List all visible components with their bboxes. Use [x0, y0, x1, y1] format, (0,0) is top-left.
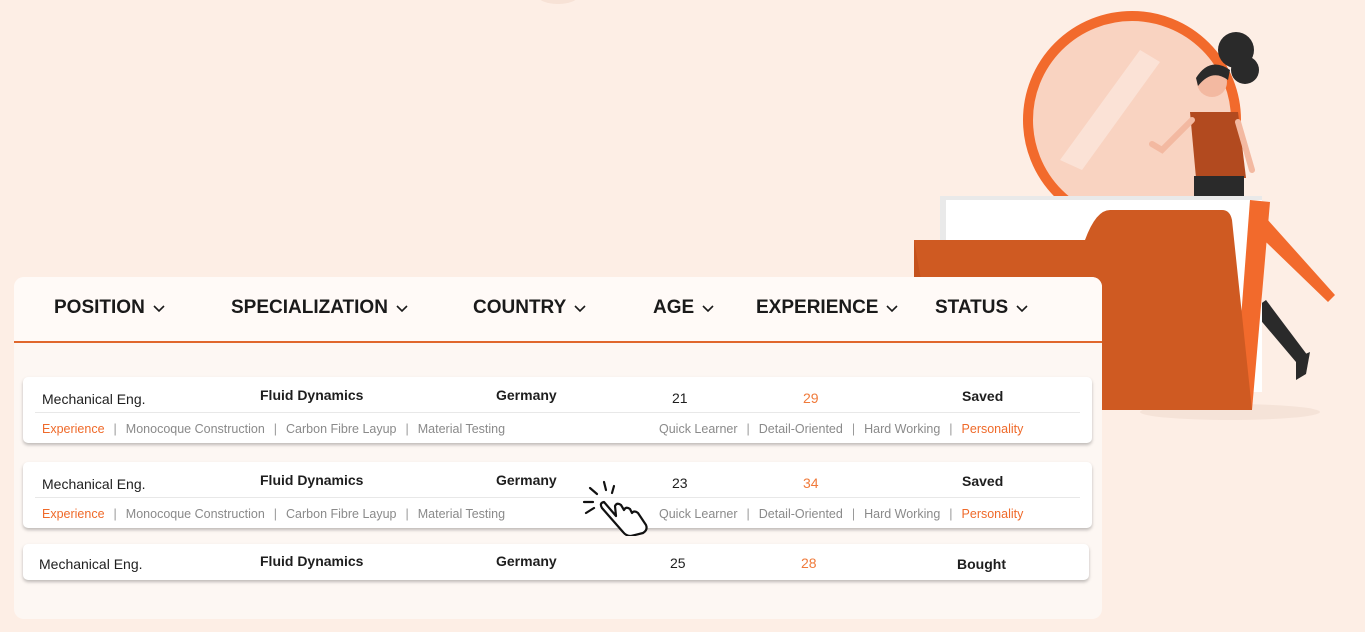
- tag[interactable]: Material Testing: [418, 422, 505, 436]
- table-row[interactable]: Mechanical Eng. Fluid Dynamics Germany 2…: [23, 544, 1089, 580]
- tag[interactable]: Material Testing: [418, 507, 505, 521]
- row-divider: [35, 497, 1080, 498]
- row-status: Saved: [962, 388, 1004, 404]
- tag[interactable]: Experience: [42, 507, 105, 521]
- column-position[interactable]: POSITION: [54, 297, 167, 319]
- chevron-down-icon: [574, 305, 586, 313]
- skill-tags: Experience | Monocoque Construction | Carbon…: [42, 422, 506, 436]
- column-label: STATUS: [935, 297, 1009, 318]
- table-row[interactable]: Mechanical Eng. Fluid Dynamics Germany 2…: [23, 377, 1092, 443]
- tag[interactable]: Carbon Fibre Layup: [286, 422, 396, 436]
- row-specialization: Fluid Dynamics: [260, 553, 364, 569]
- tag[interactable]: Hard Working: [864, 507, 940, 521]
- column-label: AGE: [653, 297, 695, 318]
- row-position: Mechanical Eng.: [42, 391, 146, 407]
- row-country: Germany: [496, 472, 557, 488]
- column-status[interactable]: STATUS: [935, 297, 1030, 319]
- row-age: 25: [670, 555, 686, 571]
- column-specialization[interactable]: SPECIALIZATION: [231, 297, 410, 319]
- row-age: 23: [672, 475, 688, 491]
- column-label: SPECIALIZATION: [231, 297, 388, 318]
- table-header: POSITION SPECIALIZATION COUNTRY AGE EXPE…: [14, 277, 1102, 343]
- tag[interactable]: Personality: [962, 422, 1024, 436]
- row-age: 21: [672, 390, 688, 406]
- tag[interactable]: Detail-Oriented: [759, 507, 843, 521]
- tag[interactable]: Carbon Fibre Layup: [286, 507, 396, 521]
- row-specialization: Fluid Dynamics: [260, 387, 364, 403]
- tag[interactable]: Monocoque Construction: [126, 507, 265, 521]
- tag[interactable]: Experience: [42, 422, 105, 436]
- row-divider: [35, 412, 1080, 413]
- column-age[interactable]: AGE: [653, 297, 716, 319]
- table-row[interactable]: Mechanical Eng. Fluid Dynamics Germany 2…: [23, 462, 1092, 528]
- click-cursor-icon: [582, 480, 648, 536]
- column-label: POSITION: [54, 297, 145, 318]
- column-experience[interactable]: EXPERIENCE: [756, 297, 900, 319]
- row-specialization: Fluid Dynamics: [260, 472, 364, 488]
- row-country: Germany: [496, 553, 557, 569]
- tag[interactable]: Hard Working: [864, 422, 940, 436]
- column-country[interactable]: COUNTRY: [473, 297, 588, 319]
- column-label: COUNTRY: [473, 297, 567, 318]
- tag[interactable]: Quick Learner: [659, 507, 738, 521]
- personality-tags: Quick Learner | Detail-Oriented | Hard Worki…: [659, 507, 1024, 521]
- tag[interactable]: Detail-Oriented: [759, 422, 843, 436]
- skill-tags: Experience | Monocoque Construction | Carbon…: [42, 507, 506, 521]
- row-country: Germany: [496, 387, 557, 403]
- chevron-down-icon: [1016, 305, 1028, 313]
- personality-tags: Quick Learner | Detail-Oriented | Hard Worki…: [659, 422, 1024, 436]
- row-experience: 34: [803, 475, 819, 491]
- row-position: Mechanical Eng.: [42, 476, 146, 492]
- tag[interactable]: Monocoque Construction: [126, 422, 265, 436]
- row-position: Mechanical Eng.: [39, 556, 143, 572]
- row-experience: 28: [801, 555, 817, 571]
- row-status: Saved: [962, 473, 1004, 489]
- row-status: Bought: [957, 556, 1006, 572]
- chevron-down-icon: [153, 305, 165, 313]
- tag[interactable]: Personality: [962, 507, 1024, 521]
- chevron-down-icon: [396, 305, 408, 313]
- chevron-down-icon: [886, 305, 899, 313]
- candidates-table: POSITION SPECIALIZATION COUNTRY AGE EXPE…: [14, 277, 1102, 619]
- chevron-down-icon: [702, 305, 714, 313]
- tag[interactable]: Quick Learner: [659, 422, 738, 436]
- decorative-blob: [538, 0, 578, 4]
- column-label: EXPERIENCE: [756, 297, 879, 318]
- row-experience: 29: [803, 390, 819, 406]
